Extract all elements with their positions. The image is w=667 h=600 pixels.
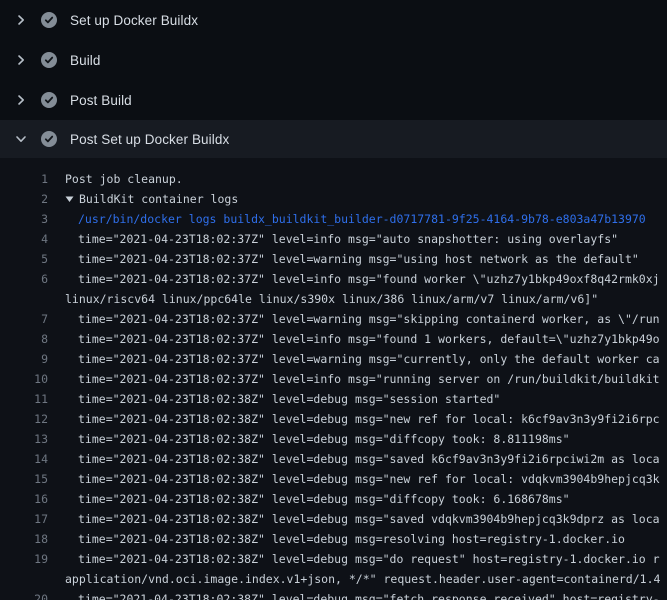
log-line-number[interactable]: 6 (0, 272, 48, 286)
log-line: 15 time="2021-04-23T18:02:38Z" level=debu… (0, 469, 667, 489)
log-line: 9 time="2021-04-23T18:02:37Z" level=warni… (0, 349, 667, 369)
log-line: 20 time="2021-04-23T18:02:38Z" level=debu… (0, 589, 667, 600)
log-line: 11 time="2021-04-23T18:02:38Z" level=debu… (0, 389, 667, 409)
log-line: 4 time="2021-04-23T18:02:37Z" level=info … (0, 229, 667, 249)
log-line-number[interactable]: 9 (0, 352, 48, 366)
step-label: Set up Docker Buildx (70, 13, 198, 28)
log-line-text: time="2021-04-23T18:02:37Z" level=info m… (65, 232, 667, 246)
triangle-down-icon[interactable] (65, 195, 74, 203)
log-line-text: time="2021-04-23T18:02:37Z" level=warnin… (65, 312, 667, 326)
log-line: 13 time="2021-04-23T18:02:38Z" level=debu… (0, 429, 667, 449)
log-line: linux/riscv64 linux/ppc64le linux/s390x … (0, 289, 667, 309)
log-line-text: linux/riscv64 linux/ppc64le linux/s390x … (65, 292, 667, 306)
log-line: 3/usr/bin/docker logs buildx_buildkit_bu… (0, 209, 667, 229)
log-line-number[interactable]: 14 (0, 452, 48, 466)
log-line: 16 time="2021-04-23T18:02:38Z" level=debu… (0, 489, 667, 509)
log-line-text: Post job cleanup. (65, 172, 667, 186)
log-line-number[interactable]: 10 (0, 372, 48, 386)
step-list: Set up Docker Buildx Build Post Build Post … (0, 0, 667, 158)
log-line-text: time="2021-04-23T18:02:37Z" level=warnin… (65, 252, 667, 266)
log-line: 8 time="2021-04-23T18:02:37Z" level=info … (0, 329, 667, 349)
log-line-text: time="2021-04-23T18:02:38Z" level=debug … (65, 472, 667, 486)
log-area: 1 Post job cleanup. 2 BuildKit container lo… (0, 158, 667, 600)
log-line: 18 time="2021-04-23T18:02:38Z" level=debu… (0, 529, 667, 549)
log-line-number[interactable]: 7 (0, 312, 48, 326)
log-line-text: application/vnd.oci.image.index.v1+json,… (65, 572, 667, 586)
log-line: application/vnd.oci.image.index.v1+json,… (0, 569, 667, 589)
step-label: Post Set up Docker Buildx (70, 132, 229, 147)
log-line-text: time="2021-04-23T18:02:38Z" level=debug … (65, 512, 667, 526)
log-line: 19 time="2021-04-23T18:02:38Z" level=debu… (0, 549, 667, 569)
log-line-text: BuildKit container logs (65, 192, 667, 206)
step-header-post-set-up-docker-buildx[interactable]: Post Set up Docker Buildx (0, 120, 667, 158)
log-line-text: time="2021-04-23T18:02:37Z" level=info m… (65, 272, 667, 286)
log-line-text: time="2021-04-23T18:02:38Z" level=debug … (65, 592, 667, 600)
log-line-text: time="2021-04-23T18:02:37Z" level=warnin… (65, 352, 667, 366)
check-circle-icon (41, 131, 57, 147)
log-line-number[interactable]: 19 (0, 552, 48, 566)
log-line-text: time="2021-04-23T18:02:37Z" level=info m… (65, 372, 667, 386)
log-line-number[interactable]: 3 (0, 212, 48, 226)
log-line-number[interactable]: 13 (0, 432, 48, 446)
step-header-post-build[interactable]: Post Build (0, 80, 667, 120)
log-line-number[interactable]: 12 (0, 412, 48, 426)
check-circle-icon (41, 92, 57, 108)
log-line-text: time="2021-04-23T18:02:38Z" level=debug … (65, 392, 667, 406)
step-header-build[interactable]: Build (0, 40, 667, 80)
log-line-text: time="2021-04-23T18:02:38Z" level=debug … (65, 492, 667, 506)
log-line-number[interactable]: 18 (0, 532, 48, 546)
step-label: Build (70, 53, 101, 68)
chevron-right-icon[interactable] (13, 12, 29, 28)
log-line-number[interactable]: 1 (0, 172, 48, 186)
step-header-set-up-docker-buildx[interactable]: Set up Docker Buildx (0, 0, 667, 40)
log-line: 5 time="2021-04-23T18:02:37Z" level=warni… (0, 249, 667, 269)
log-line-number[interactable]: 4 (0, 232, 48, 246)
log-command-text: /usr/bin/docker logs buildx_buildkit_bui… (65, 212, 667, 226)
log-group-label: BuildKit container logs (79, 192, 238, 206)
check-circle-icon (41, 12, 57, 28)
log-line: 1 Post job cleanup. (0, 169, 667, 189)
log-line-number[interactable]: 16 (0, 492, 48, 506)
log-line: 7 time="2021-04-23T18:02:37Z" level=warni… (0, 309, 667, 329)
log-line: 6 time="2021-04-23T18:02:37Z" level=info … (0, 269, 667, 289)
log-line-text: time="2021-04-23T18:02:38Z" level=debug … (65, 552, 667, 566)
log-line-number[interactable]: 15 (0, 472, 48, 486)
actions-log-viewer: Set up Docker Buildx Build Post Build Post … (0, 0, 667, 600)
step-label: Post Build (70, 93, 132, 108)
log-line-text: time="2021-04-23T18:02:38Z" level=debug … (65, 452, 667, 466)
log-line-text: time="2021-04-23T18:02:38Z" level=debug … (65, 432, 667, 446)
log-group-row: 2 BuildKit container logs (0, 189, 667, 209)
log-line: 14 time="2021-04-23T18:02:38Z" level=debu… (0, 449, 667, 469)
log-line-number[interactable]: 2 (0, 192, 48, 206)
log-line-number[interactable]: 8 (0, 332, 48, 346)
chevron-right-icon[interactable] (13, 52, 29, 68)
log-line: 12 time="2021-04-23T18:02:38Z" level=debu… (0, 409, 667, 429)
log-line-number[interactable]: 5 (0, 252, 48, 266)
log-line-text: time="2021-04-23T18:02:38Z" level=debug … (65, 532, 667, 546)
log-line: 17 time="2021-04-23T18:02:38Z" level=debu… (0, 509, 667, 529)
log-line: 10 time="2021-04-23T18:02:37Z" level=info… (0, 369, 667, 389)
chevron-down-icon[interactable] (13, 131, 29, 147)
log-line-text: time="2021-04-23T18:02:37Z" level=info m… (65, 332, 667, 346)
check-circle-icon (41, 52, 57, 68)
log-line-number[interactable]: 17 (0, 512, 48, 526)
chevron-right-icon[interactable] (13, 92, 29, 108)
log-line-text: time="2021-04-23T18:02:38Z" level=debug … (65, 412, 667, 426)
log-line-number[interactable]: 20 (0, 592, 48, 600)
log-line-number[interactable]: 11 (0, 392, 48, 406)
